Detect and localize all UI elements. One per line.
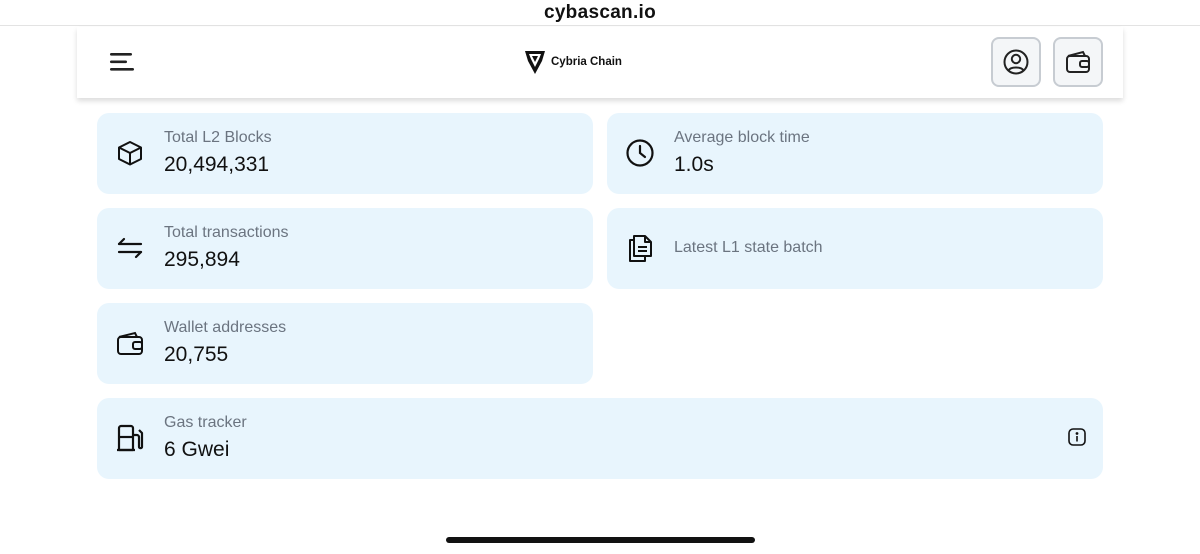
site-header: Cybria Chain bbox=[77, 27, 1123, 98]
stat-label: Total transactions bbox=[164, 224, 289, 241]
stat-label: Total L2 Blocks bbox=[164, 129, 272, 146]
stat-value: 1.0s bbox=[674, 153, 714, 176]
stat-value: 20,755 bbox=[164, 343, 229, 366]
wallet-button[interactable] bbox=[1053, 37, 1103, 87]
stat-label: Latest L1 state batch bbox=[674, 239, 823, 256]
stat-card-gas-tracker: Gas tracker 6 Gwei bbox=[97, 398, 1103, 479]
site-logo[interactable]: Cybria Chain bbox=[523, 48, 622, 76]
stat-label: Wallet addresses bbox=[164, 319, 287, 336]
stat-label: Gas tracker bbox=[164, 414, 247, 431]
clock-icon bbox=[626, 139, 654, 167]
documents-icon bbox=[629, 235, 652, 262]
stat-card-block-time: Average block time 1.0s bbox=[607, 113, 1103, 194]
stat-card-state-batch: Latest L1 state batch bbox=[607, 208, 1103, 289]
hamburger-menu-icon bbox=[110, 53, 134, 71]
transfer-arrows-icon bbox=[117, 237, 143, 259]
stat-value: 20,494,331 bbox=[164, 153, 270, 176]
home-indicator[interactable] bbox=[446, 537, 755, 543]
cybria-logo-icon bbox=[525, 51, 545, 74]
stat-value: 6 Gwei bbox=[164, 438, 230, 461]
stat-label: Average block time bbox=[674, 129, 810, 146]
browser-address-bar[interactable]: cybascan.io bbox=[0, 0, 1200, 26]
stat-value: 295,894 bbox=[164, 248, 240, 271]
logo-text: Cybria Chain bbox=[551, 56, 622, 68]
stat-card-total-blocks: Total L2 Blocks 20,494,331 bbox=[97, 113, 593, 194]
fuel-pump-icon bbox=[117, 424, 144, 452]
info-icon[interactable] bbox=[1067, 427, 1087, 447]
user-circle-icon bbox=[1003, 49, 1029, 75]
cube-icon bbox=[118, 141, 142, 166]
menu-button[interactable] bbox=[109, 51, 135, 73]
wallet-icon bbox=[1066, 50, 1090, 73]
url-text: cybascan.io bbox=[543, 1, 657, 23]
wallet-icon bbox=[117, 331, 143, 355]
profile-button[interactable] bbox=[991, 37, 1041, 87]
stat-card-wallets: Wallet addresses 20,755 bbox=[97, 303, 593, 384]
stat-card-transactions: Total transactions 295,894 bbox=[97, 208, 593, 289]
